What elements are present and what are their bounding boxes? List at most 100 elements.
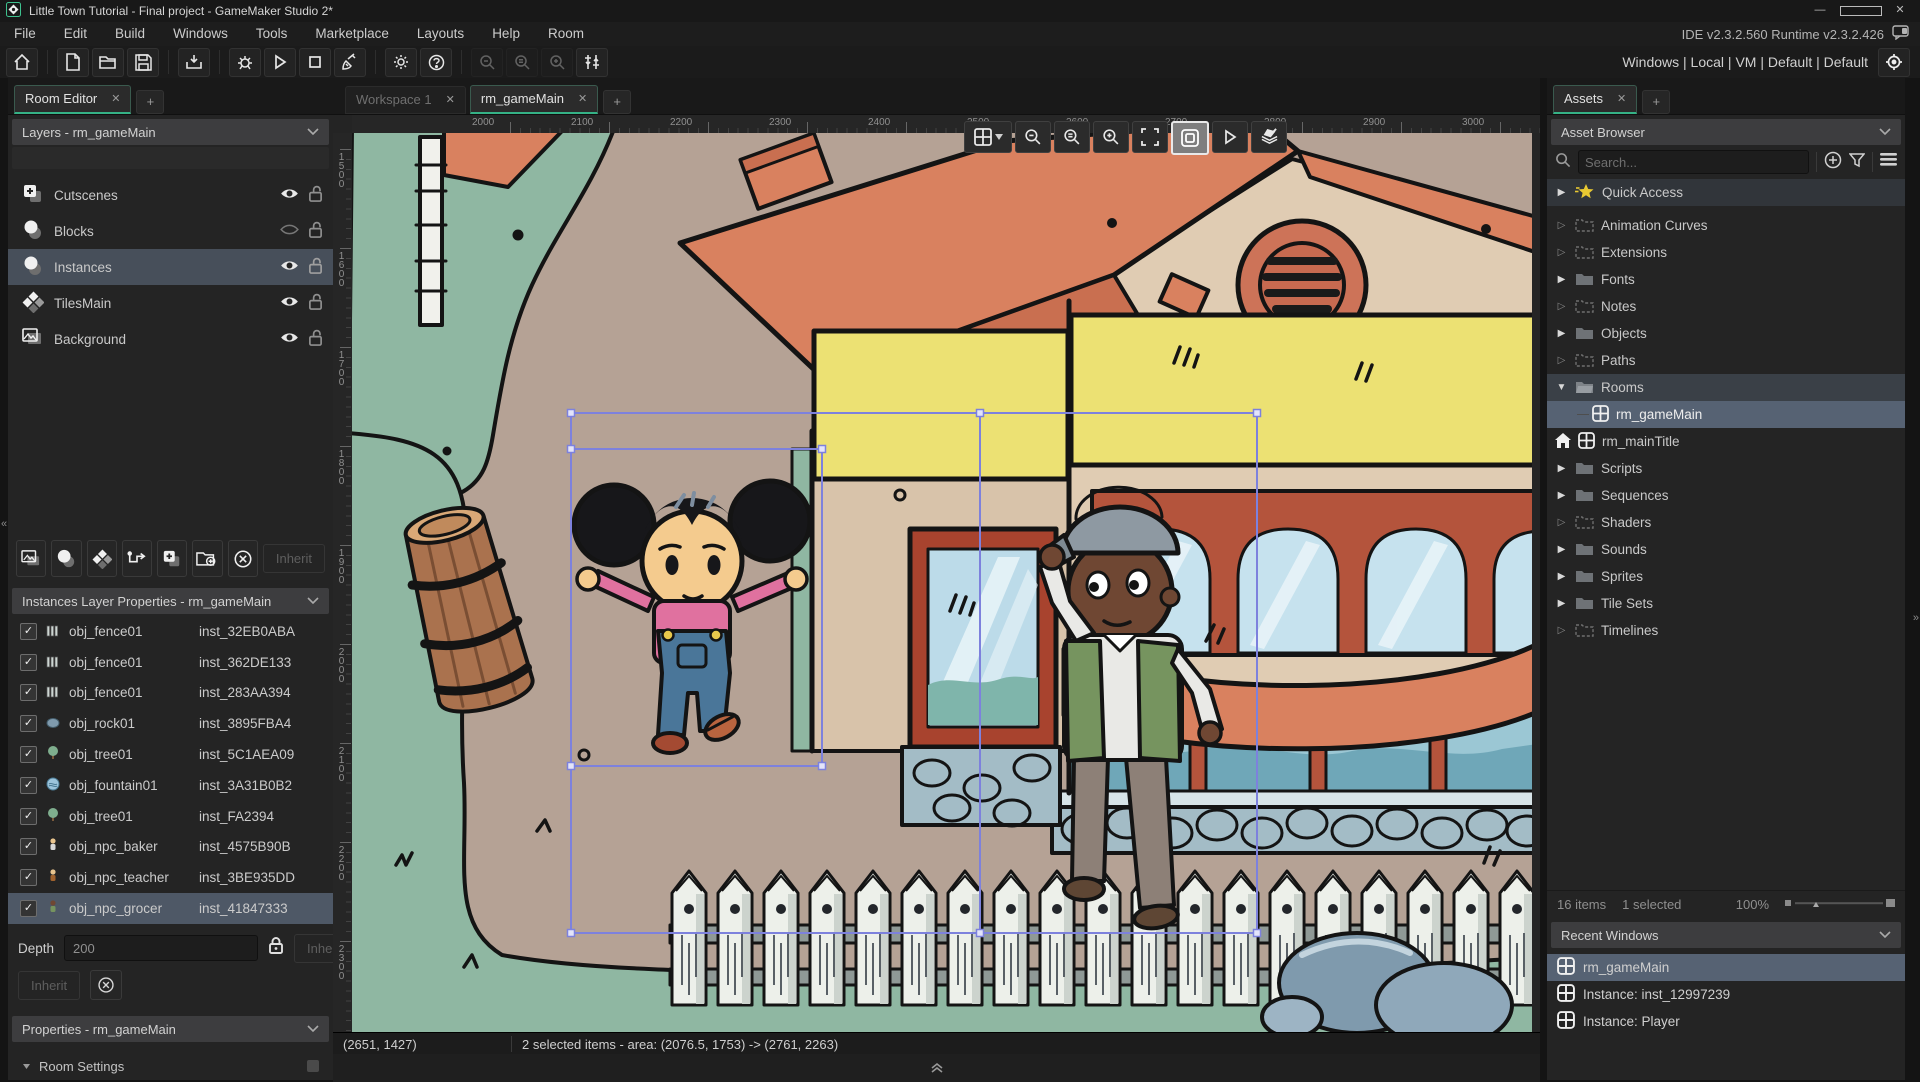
menu-hamburger-icon[interactable]	[1880, 153, 1897, 171]
checkbox-checked[interactable]: ✓	[20, 654, 37, 671]
tree-paths[interactable]: ▷Paths	[1547, 347, 1905, 374]
tree-rm-gamemain[interactable]: rm_gameMain	[1547, 401, 1905, 428]
collapse-right-handle[interactable]: »	[1913, 612, 1919, 624]
new-project-icon[interactable]	[57, 48, 89, 77]
instance-row[interactable]: ✓obj_tree01inst_5C1AEA09	[8, 739, 333, 770]
layer-row-background[interactable]: Background	[8, 321, 333, 357]
tree-rooms[interactable]: ▼Rooms	[1547, 374, 1905, 401]
tree-sounds[interactable]: ▶Sounds	[1547, 536, 1905, 563]
collapse-left-handle[interactable]: «	[1, 518, 7, 530]
tree-sequences[interactable]: ▶Sequences	[1547, 482, 1905, 509]
checkbox-checked[interactable]: ✓	[20, 869, 37, 886]
properties-header[interactable]: Properties - rm_gameMain	[12, 1016, 329, 1042]
add-image-layer-icon[interactable]	[16, 540, 46, 577]
menu-marketplace[interactable]: Marketplace	[301, 22, 403, 46]
checkbox-checked[interactable]: ✓	[20, 684, 37, 701]
menu-help[interactable]: Help	[478, 22, 534, 46]
close-icon[interactable]: ✕	[111, 86, 120, 112]
asset-browser-header[interactable]: Asset Browser	[1551, 119, 1901, 145]
tree-animation-curves[interactable]: ▷Animation Curves	[1547, 212, 1905, 239]
instance-row[interactable]: ✓obj_rock01inst_3895FBA4	[8, 708, 333, 739]
lock-open-icon[interactable]	[308, 329, 323, 350]
clean-icon[interactable]	[334, 48, 366, 77]
close-button[interactable]: ✕	[1880, 0, 1920, 24]
zoom-slider[interactable]	[1785, 897, 1895, 912]
run-icon[interactable]	[264, 48, 296, 77]
instance-row-selected[interactable]: ✓obj_npc_grocerinst_41847333	[8, 893, 333, 924]
stop-icon[interactable]	[299, 48, 331, 77]
room-art[interactable]	[352, 133, 1540, 1032]
add-asset-layer-icon[interactable]	[157, 540, 187, 577]
search-input[interactable]	[1578, 150, 1809, 174]
layer-row-instances[interactable]: Instances	[8, 249, 333, 285]
depth-inherit-button[interactable]: Inherit	[294, 934, 333, 963]
tree-quick-access[interactable]: ▶Quick Access	[1547, 179, 1905, 206]
add-tab-button[interactable]: +	[136, 90, 164, 114]
filter-icon[interactable]	[1849, 152, 1865, 173]
instance-row[interactable]: ✓obj_fence01inst_32EB0ABA	[8, 616, 333, 647]
add-tile-layer-icon[interactable]	[87, 540, 117, 577]
menu-room[interactable]: Room	[534, 22, 598, 46]
lock-open-icon[interactable]	[308, 185, 323, 206]
instances-properties-header[interactable]: Instances Layer Properties - rm_gameMain	[12, 588, 329, 614]
recent-windows-header[interactable]: Recent Windows	[1551, 922, 1901, 948]
tree-shaders[interactable]: ▷Shaders	[1547, 509, 1905, 536]
tree-fonts[interactable]: ▶Fonts	[1547, 266, 1905, 293]
instance-row[interactable]: ✓obj_fence01inst_362DE133	[8, 647, 333, 678]
recent-window-item[interactable]: Instance: Player	[1547, 1008, 1905, 1035]
layer-row-tilesmain[interactable]: TilesMain	[8, 285, 333, 321]
home-button[interactable]	[6, 48, 38, 77]
tab-rm-gamemain[interactable]: rm_gameMain ✕	[470, 85, 598, 114]
instance-row[interactable]: ✓obj_npc_teacherinst_3BE935DD	[8, 862, 333, 893]
checkbox-checked[interactable]: ✓	[20, 808, 37, 825]
recent-window-item[interactable]: Instance: inst_12997239	[1547, 981, 1905, 1008]
clear-inherit-icon[interactable]	[90, 970, 122, 1000]
add-layer-folder-icon[interactable]	[192, 540, 222, 577]
tab-workspace-1[interactable]: Workspace 1 ✕	[345, 86, 466, 114]
add-instance-layer-icon[interactable]	[51, 540, 81, 577]
target-device-icon[interactable]	[1878, 48, 1910, 77]
zoom-in-icon[interactable]	[541, 48, 573, 77]
layers-header[interactable]: Layers - rm_gameMain	[12, 119, 329, 145]
tree-scripts[interactable]: ▶Scripts	[1547, 455, 1905, 482]
instance-row[interactable]: ✓obj_fountain01inst_3A31B0B2	[8, 770, 333, 801]
fit-to-screen-icon[interactable]	[1132, 121, 1168, 153]
checkbox-checked[interactable]: ✓	[20, 746, 37, 763]
room-canvas[interactable]	[352, 133, 1540, 1032]
zoom-reset-icon[interactable]	[506, 48, 538, 77]
layer-visibility-icon[interactable]	[1251, 121, 1287, 153]
canvas-play-icon[interactable]	[1212, 121, 1248, 153]
lock-open-icon[interactable]	[308, 221, 323, 242]
tree-objects[interactable]: ▶Objects	[1547, 320, 1905, 347]
delete-layer-icon[interactable]	[228, 540, 258, 577]
add-tab-button[interactable]: +	[603, 90, 631, 114]
eye-icon[interactable]	[280, 259, 299, 275]
tree-notes[interactable]: ▷Notes	[1547, 293, 1905, 320]
tab-room-editor[interactable]: Room Editor ✕	[14, 85, 131, 114]
instance-row[interactable]: ✓obj_fence01inst_283AA394	[8, 678, 333, 709]
menu-layouts[interactable]: Layouts	[403, 22, 478, 46]
zoom-out-icon[interactable]	[471, 48, 503, 77]
show-room-border-button[interactable]	[1171, 121, 1209, 155]
settings-gear-icon[interactable]	[385, 48, 417, 77]
build-targets-text[interactable]: Windows | Local | VM | Default | Default	[1622, 54, 1868, 70]
feedback-bubble-icon[interactable]	[1892, 25, 1910, 43]
debug-icon[interactable]	[229, 48, 261, 77]
canvas-zoom-in-icon[interactable]	[1093, 121, 1129, 153]
checkbox-checked[interactable]: ✓	[20, 900, 37, 917]
layer-inherit-button[interactable]: Inherit	[263, 544, 325, 573]
inherit-button[interactable]: Inherit	[18, 971, 80, 1000]
add-path-layer-icon[interactable]	[122, 540, 152, 577]
checkbox-checked[interactable]: ✓	[20, 838, 37, 855]
menu-edit[interactable]: Edit	[50, 22, 101, 46]
canvas-zoom-out-icon[interactable]	[1015, 121, 1051, 153]
layer-row-cutscenes[interactable]: Cutscenes	[8, 177, 333, 213]
tree-sprites[interactable]: ▶Sprites	[1547, 563, 1905, 590]
recent-window-item[interactable]: rm_gameMain	[1547, 954, 1905, 981]
grid-options-button[interactable]	[964, 121, 1012, 153]
layer-row-blocks[interactable]: Blocks	[8, 213, 333, 249]
eye-icon[interactable]	[280, 187, 299, 203]
tree-rm-maintitle[interactable]: rm_mainTitle	[1547, 428, 1905, 455]
close-icon[interactable]: ✕	[578, 86, 587, 112]
menu-build[interactable]: Build	[101, 22, 159, 46]
